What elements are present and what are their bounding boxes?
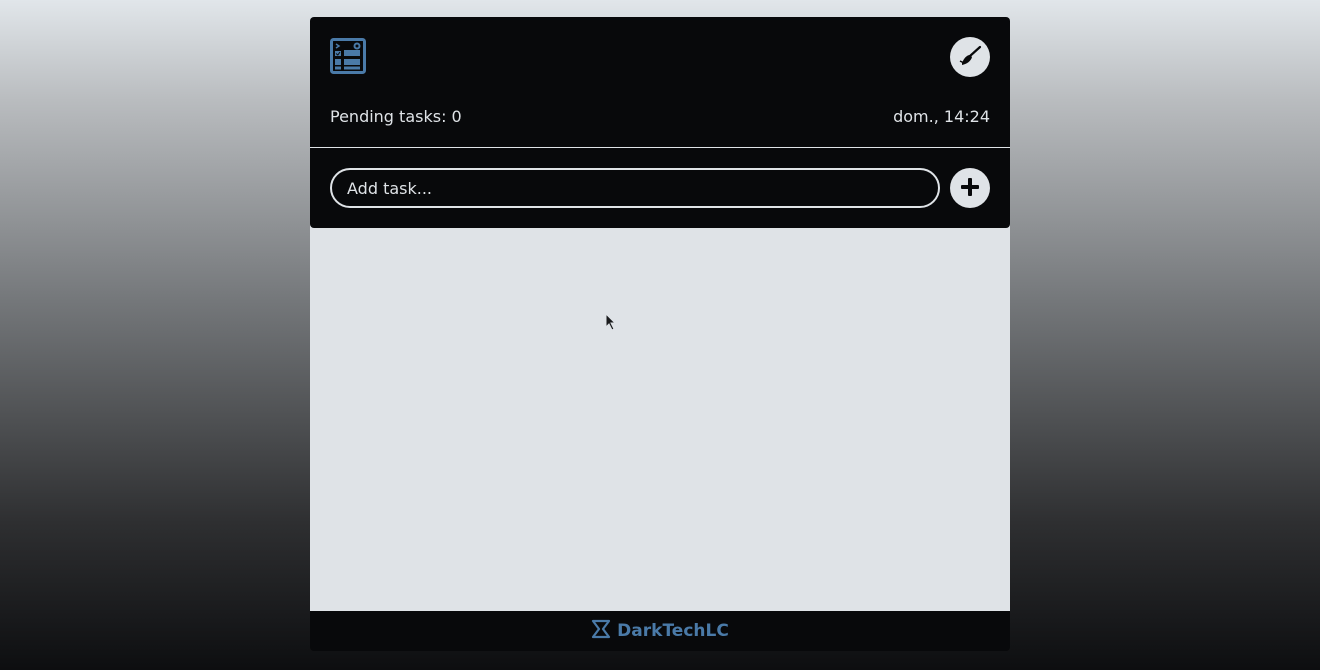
add-task-input[interactable]	[330, 168, 940, 208]
add-task-bar	[310, 148, 1010, 228]
app-header: Pending tasks: 0 dom., 14:24	[310, 17, 1010, 147]
mouse-cursor-icon	[605, 313, 617, 331]
task-list-logo-icon	[330, 38, 366, 74]
pending-tasks-counter: Pending tasks: 0	[330, 107, 462, 126]
brand-link[interactable]: DarkTechLC	[591, 619, 729, 644]
broom-icon	[958, 44, 982, 71]
add-task-button[interactable]	[950, 168, 990, 208]
todo-app: Pending tasks: 0 dom., 14:24	[310, 17, 1010, 611]
chevron-logo-icon	[591, 619, 611, 644]
task-list	[310, 228, 1010, 611]
plus-icon	[960, 177, 980, 200]
app-footer: DarkTechLC	[310, 611, 1010, 651]
current-datetime: dom., 14:24	[893, 107, 990, 126]
clear-tasks-button[interactable]	[950, 37, 990, 77]
brand-name: DarkTechLC	[617, 621, 729, 641]
